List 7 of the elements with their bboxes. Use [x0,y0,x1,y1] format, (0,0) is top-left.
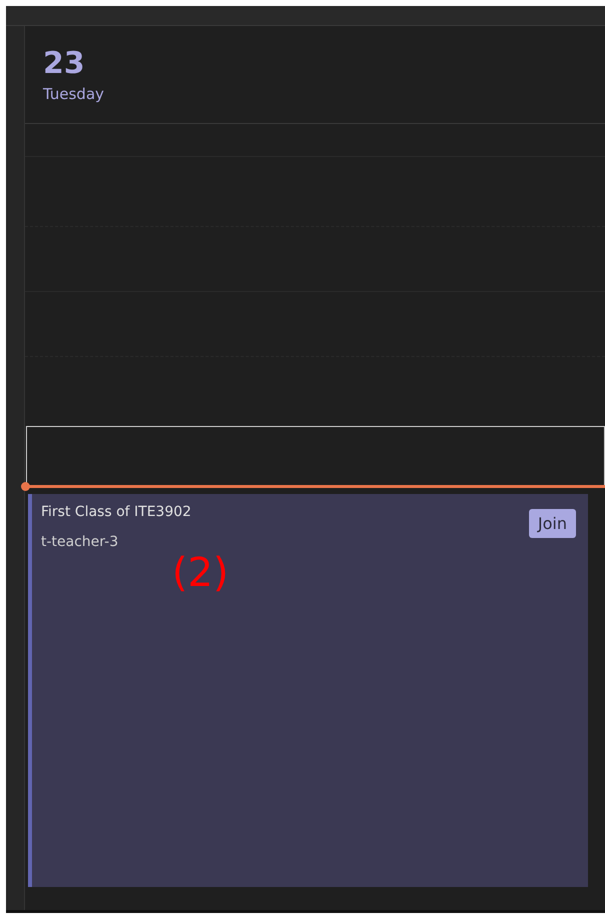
event-title: First Class of ITE3902 [41,504,192,520]
weekday-label: Tuesday [43,84,106,104]
date-number: 23 [43,46,85,82]
join-button[interactable]: Join [528,509,576,538]
event-organizer: t-teacher-3 [41,534,120,550]
annotation-label: (2) [172,549,229,597]
event-card[interactable]: First Class of ITE3902 t-teacher-3 Join (2) [28,494,588,887]
